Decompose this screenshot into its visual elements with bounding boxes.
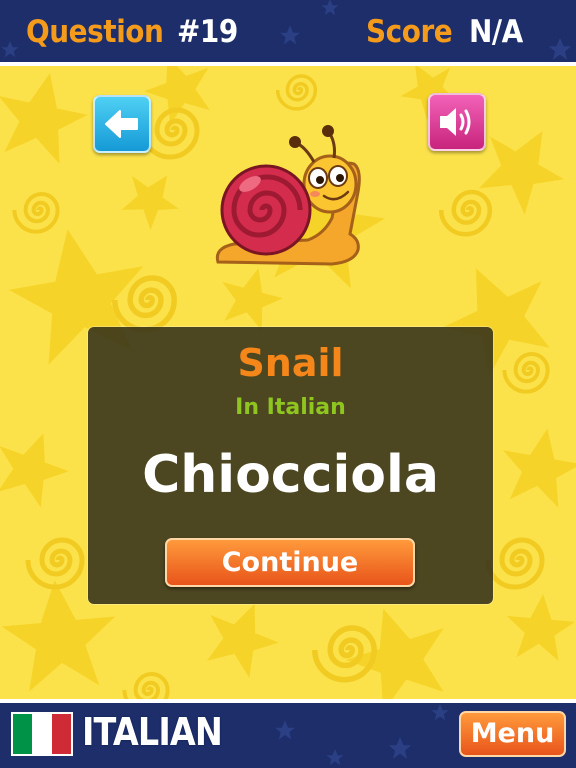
question-number: #19	[177, 14, 238, 50]
english-word: Snail	[237, 341, 344, 385]
language-subtitle: In Italian	[235, 395, 346, 420]
italian-flag-icon	[11, 712, 73, 756]
language-name: ITALIAN	[82, 710, 223, 754]
score-label: Score	[366, 14, 453, 50]
continue-button[interactable]: Continue	[165, 538, 415, 587]
translated-word: Chiocciola	[142, 445, 439, 505]
question-label: Question	[26, 14, 164, 50]
sound-button[interactable]	[428, 93, 486, 151]
flag-stripe-red	[51, 714, 71, 754]
left-arrow-icon	[105, 110, 138, 138]
back-button[interactable]	[93, 95, 151, 153]
score-value: N/A	[469, 14, 523, 50]
top-bar: Question #19 Score N/A	[0, 0, 576, 66]
snail-illustration	[215, 125, 361, 266]
answer-card: Snail In Italian Chiocciola Continue	[88, 327, 493, 604]
flag-stripe-white	[32, 714, 52, 754]
menu-button[interactable]: Menu	[459, 711, 566, 757]
flag-stripe-green	[13, 714, 33, 754]
speaker-icon	[440, 108, 471, 136]
